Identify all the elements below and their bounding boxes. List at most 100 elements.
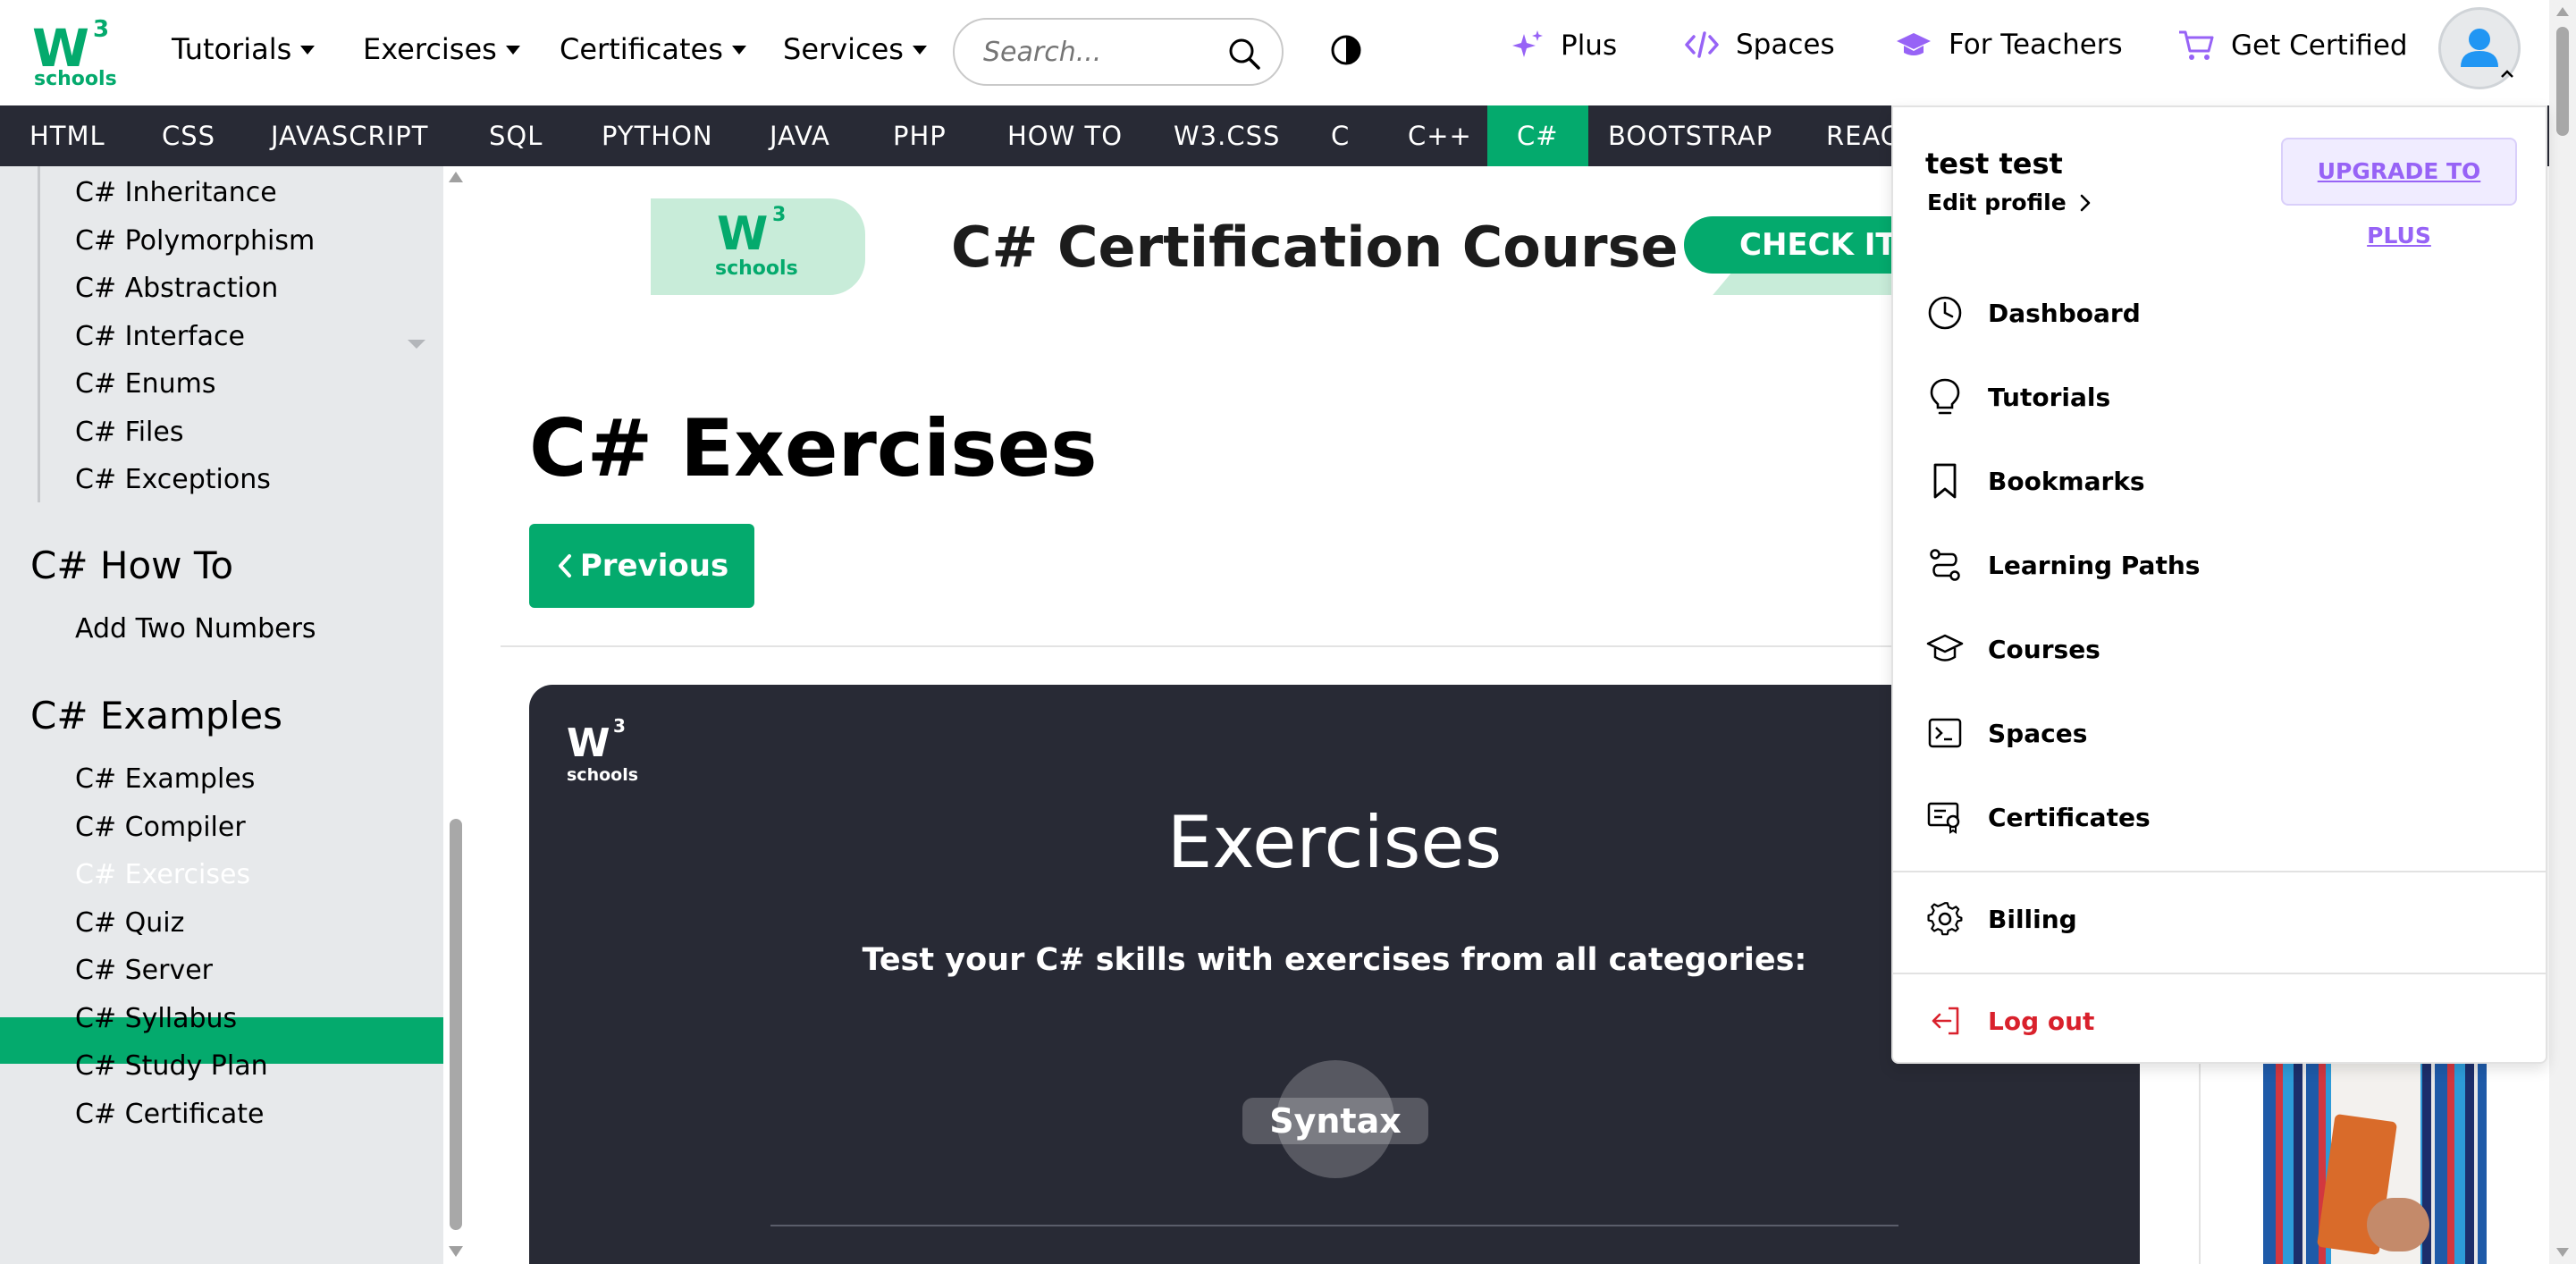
subject-c[interactable]: C <box>1301 105 1379 166</box>
sidebar-heading-howto: C# How To <box>30 544 234 587</box>
subject-java[interactable]: JAVA <box>740 105 860 166</box>
subject-html[interactable]: HTML <box>0 105 135 166</box>
side-ad-image[interactable] <box>2263 1064 2487 1264</box>
caret-down-icon <box>300 46 316 55</box>
menu-item-learning-paths[interactable]: Learning Paths <box>1925 545 2200 585</box>
plus-link[interactable]: Plus <box>1511 29 1617 63</box>
sidebar-item-syllabus[interactable]: C# Syllabus <box>75 1003 237 1034</box>
scroll-down-arrow-icon[interactable] <box>449 1246 463 1257</box>
page-scroll-down-icon[interactable] <box>2556 1248 2569 1257</box>
menu-separator <box>1893 871 2546 872</box>
sidebar-item-enums[interactable]: C# Enums <box>75 368 215 400</box>
nav-services-label: Services <box>783 32 904 66</box>
sidebar-item-polymorphism[interactable]: C# Polymorphism <box>75 225 315 257</box>
sidebar-scroll-thumb[interactable] <box>450 819 462 1230</box>
subject-how-to[interactable]: HOW TO <box>978 105 1152 166</box>
menu-item-billing-label: Billing <box>1988 904 2077 934</box>
sidebar-item-examples[interactable]: C# Examples <box>75 763 255 795</box>
sidebar-item-exercises[interactable]: C# Exercises <box>75 859 250 890</box>
profile-dropdown-menu: test test Edit profile UPGRADE TO PLUS D… <box>1891 105 2547 1064</box>
subject-css[interactable]: CSS <box>132 105 245 166</box>
banner-title: C# Certification Course <box>951 215 1679 280</box>
edit-profile-link[interactable]: Edit profile <box>1927 190 2092 215</box>
page-scrollbar[interactable] <box>2549 0 2576 1264</box>
nav-exercises-label: Exercises <box>363 32 497 66</box>
right-column-divider <box>2199 1064 2201 1264</box>
upgrade-to-plus-button[interactable]: UPGRADE TO PLUS <box>2281 138 2517 249</box>
sidebar-item-study-plan[interactable]: C# Study Plan <box>75 1050 268 1082</box>
sidebar-scrollbar[interactable] <box>443 166 468 1264</box>
sidebar-item-abstraction[interactable]: C# Abstraction <box>75 273 278 304</box>
menu-item-dashboard-label: Dashboard <box>1988 298 2141 328</box>
certificate-icon <box>1925 797 1965 837</box>
subject-sql[interactable]: SQL <box>459 105 572 166</box>
logo-word: schools <box>34 68 117 90</box>
logo-superscript: 3 <box>93 16 110 43</box>
card-divider <box>770 1225 1898 1226</box>
subject-bootstrap[interactable]: BOOTSTRAP <box>1578 105 1802 166</box>
menu-item-billing[interactable]: Billing <box>1925 899 2077 939</box>
bookmark-icon <box>1925 461 1965 501</box>
search-box <box>953 18 1284 86</box>
scroll-up-arrow-icon[interactable] <box>449 172 463 182</box>
sidebar-item-certificate[interactable]: C# Certificate <box>75 1099 264 1130</box>
page-title: C# Exercises <box>529 402 1098 494</box>
sidebar-item-files[interactable]: C# Files <box>75 417 183 448</box>
contrast-toggle-icon[interactable] <box>1330 34 1362 66</box>
banner-logo-letter: W <box>717 207 768 261</box>
nav-tutorials-label: Tutorials <box>172 32 292 66</box>
spaces-link[interactable]: Spaces <box>1684 29 1835 61</box>
subject-javascript[interactable]: JAVASCRIPT <box>241 105 458 166</box>
w3schools-logo[interactable]: W 3 schools <box>32 16 117 90</box>
nav-certificates[interactable]: Certificates <box>560 32 746 66</box>
for-teachers-link[interactable]: For Teachers <box>1895 29 2123 61</box>
menu-item-logout[interactable]: Log out <box>1925 1001 2094 1041</box>
nav-exercises[interactable]: Exercises <box>363 32 520 66</box>
subject-csharp[interactable]: C# <box>1487 105 1588 166</box>
get-certified-label: Get Certified <box>2231 29 2408 62</box>
route-icon <box>1925 545 1965 585</box>
sidebar-item-exceptions[interactable]: C# Exceptions <box>75 464 271 495</box>
top-header: W 3 schools Tutorials Exercises Certific… <box>0 0 2576 105</box>
cart-icon <box>2179 30 2214 60</box>
left-sidebar: C# Inheritance C# Polymorphism C# Abstra… <box>0 166 443 1264</box>
sidebar-item-add-two-numbers[interactable]: Add Two Numbers <box>75 613 316 645</box>
spaces-label: Spaces <box>1736 29 1835 61</box>
get-certified-link[interactable]: Get Certified <box>2177 29 2408 63</box>
menu-item-spaces[interactable]: Spaces <box>1925 713 2087 753</box>
nav-certificates-label: Certificates <box>560 32 723 66</box>
subject-cpp[interactable]: C++ <box>1378 105 1502 166</box>
previous-button-label: Previous <box>579 548 729 584</box>
menu-item-certificates[interactable]: Certificates <box>1925 797 2151 837</box>
sidebar-item-inheritance[interactable]: C# Inheritance <box>75 177 277 208</box>
subject-w3css[interactable]: W3.CSS <box>1144 105 1309 166</box>
search-icon[interactable] <box>1226 36 1262 72</box>
sidebar-item-compiler[interactable]: C# Compiler <box>75 812 246 843</box>
menu-item-dashboard[interactable]: Dashboard <box>1925 293 2141 333</box>
terminal-icon <box>1925 713 1965 753</box>
previous-button[interactable]: Previous <box>529 524 754 608</box>
nav-services[interactable]: Services <box>783 32 927 66</box>
search-input[interactable] <box>983 36 1216 68</box>
page-scroll-thumb[interactable] <box>2556 27 2569 136</box>
sidebar-item-quiz[interactable]: C# Quiz <box>75 907 184 939</box>
syntax-chip[interactable]: Syntax <box>1242 1098 1428 1144</box>
menu-item-bookmarks-label: Bookmarks <box>1988 466 2145 496</box>
nav-tutorials[interactable]: Tutorials <box>172 32 316 66</box>
code-icon <box>1685 31 1719 58</box>
gear-icon <box>1925 899 1965 939</box>
banner-logo: W 3 schools <box>651 198 865 295</box>
plus-label: Plus <box>1561 29 1618 62</box>
sidebar-item-server[interactable]: C# Server <box>75 955 213 986</box>
menu-item-courses[interactable]: Courses <box>1925 629 2100 669</box>
certification-banner-ad[interactable]: W 3 schools C# Certification Course CHEC… <box>651 198 1902 295</box>
menu-item-tutorials[interactable]: Tutorials <box>1925 377 2110 417</box>
banner-cta-button[interactable]: CHECK IT OUT <box>1684 216 1902 274</box>
for-teachers-label: For Teachers <box>1949 29 2123 61</box>
chevron-up-icon <box>2501 70 2513 78</box>
menu-item-bookmarks[interactable]: Bookmarks <box>1925 461 2145 501</box>
sidebar-item-interface[interactable]: C# Interface <box>75 321 245 352</box>
subject-python[interactable]: PYTHON <box>572 105 743 166</box>
page-scroll-up-icon[interactable] <box>2556 7 2569 16</box>
subject-php[interactable]: PHP <box>863 105 976 166</box>
